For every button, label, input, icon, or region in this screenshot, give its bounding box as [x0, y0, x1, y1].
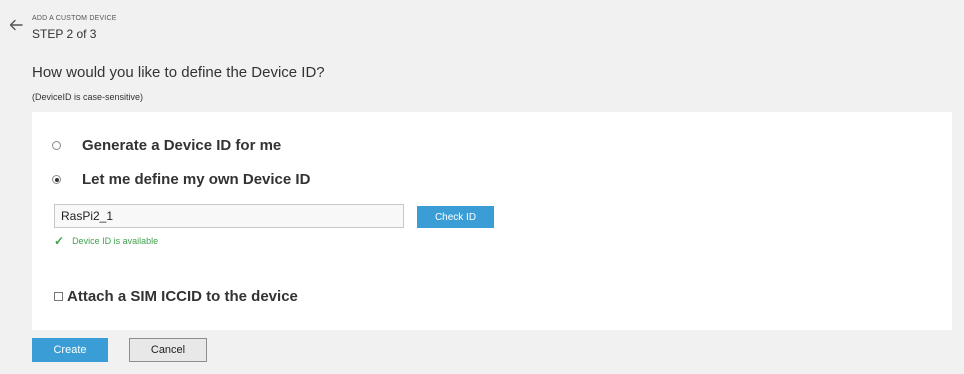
generate-label: Generate a Device ID for me: [82, 137, 282, 154]
add-device-page: ADD A CUSTOM DEVICE STEP 2 of 3 How woul…: [0, 0, 964, 374]
step-indicator: STEP 2 of 3: [32, 27, 97, 41]
cancel-button[interactable]: Cancel: [129, 338, 207, 362]
page-question: How would you like to define the Device …: [32, 64, 325, 81]
define-radio[interactable]: [52, 175, 61, 184]
option-generate-device-id[interactable]: Generate a Device ID for me: [52, 137, 281, 154]
attach-sim-checkbox[interactable]: [54, 292, 63, 301]
arrow-left-icon[interactable]: [8, 17, 24, 33]
define-label: Let me define my own Device ID: [82, 171, 311, 188]
create-button[interactable]: Create: [32, 338, 108, 362]
availability-text: Device ID is available: [72, 236, 159, 246]
device-id-input[interactable]: [54, 204, 404, 228]
wizard-title: ADD A CUSTOM DEVICE: [32, 15, 117, 22]
check-id-button[interactable]: Check ID: [417, 206, 494, 228]
generate-radio[interactable]: [52, 141, 61, 150]
case-sensitivity-note: (DeviceID is case-sensitive): [32, 92, 144, 102]
device-id-panel: Generate a Device ID for me Let me defin…: [32, 112, 952, 330]
attach-sim-option[interactable]: Attach a SIM ICCID to the device: [54, 288, 298, 305]
option-define-device-id[interactable]: Let me define my own Device ID: [52, 171, 310, 188]
checkmark-icon: ✓: [54, 234, 65, 248]
availability-status: ✓ Device ID is available: [54, 234, 159, 248]
attach-sim-label: Attach a SIM ICCID to the device: [67, 288, 298, 305]
